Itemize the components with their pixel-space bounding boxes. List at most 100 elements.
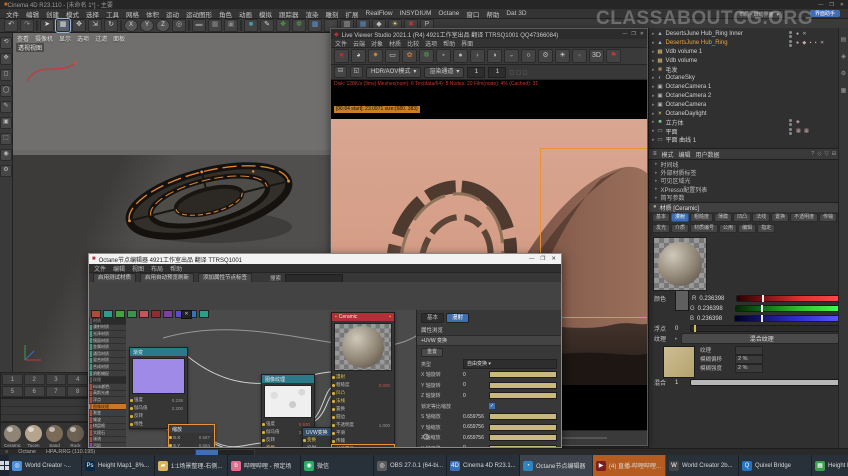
toolbar-icon[interactable]: ↷ — [20, 19, 34, 32]
taskbar-item[interactable]: 4D Cinema 4D R23.1... — [447, 455, 520, 476]
lv-close[interactable]: ✕ — [640, 31, 644, 37]
node-row[interactable]: 凹凸 — [332, 389, 394, 397]
property-field-row[interactable]: 锁定等比缩放 ✓ — [417, 401, 561, 412]
lv-toolbar-icon[interactable]: ✷ — [368, 49, 383, 63]
expand-arrow-icon[interactable]: ▸ — [652, 40, 655, 46]
menu-item[interactable]: 运动图形 — [186, 9, 212, 19]
palette-chip[interactable] — [103, 310, 113, 318]
property-slider[interactable] — [489, 445, 557, 447]
fit-icon[interactable]: ◱ — [350, 66, 363, 78]
lv-toolbar-icon[interactable]: ◗ — [470, 49, 485, 63]
node-row[interactable]: S.X0.587 — [169, 433, 214, 441]
side-tool-icon[interactable]: ⟲ — [0, 37, 12, 49]
toolbar-icon[interactable] — [188, 20, 190, 31]
property-field-row[interactable]: Y 轴旋转 0 ✓ — [417, 380, 561, 391]
property-field-row[interactable]: Z 轴旋转 0 ✓ — [417, 391, 561, 402]
taskbar-item[interactable]: ◎ World Creator -... — [9, 455, 82, 476]
lv-menu-item[interactable]: 云端 — [353, 39, 365, 48]
object-row[interactable]: ▸ ▦ Vdb volume 1 — [649, 48, 848, 57]
palette-chip[interactable] — [163, 310, 173, 318]
gear-icon[interactable]: ⚙ — [422, 432, 430, 443]
toolbar-icon[interactable]: ↶ — [4, 19, 18, 32]
side-tool-icon[interactable]: ✎ — [0, 101, 12, 113]
taskbar-item[interactable]: W World Creator 2b... — [666, 455, 739, 476]
object-row[interactable]: ▸ ▭ 平面 曲线 1 — [649, 136, 848, 145]
viewport-menu-item[interactable]: 摄像机 — [35, 34, 53, 43]
channel-tab[interactable]: 基本 — [652, 213, 670, 222]
attr-header-icon[interactable]: ? — [811, 151, 814, 157]
channel-tab[interactable]: 薄膜 — [714, 213, 732, 222]
object-row[interactable]: ▸ ◐ OctaneSky — [649, 74, 848, 83]
taskbar-item[interactable]: ▶ (4) 直播-哔哩哔哩... — [593, 455, 666, 476]
uvw-group-header[interactable]: +UVW 变换 — [417, 335, 561, 346]
attr-header-tab[interactable]: 用户数据 — [696, 150, 720, 159]
strip-icon[interactable]: ▤ — [841, 36, 847, 43]
expand-arrow-icon[interactable]: ▸ — [652, 111, 655, 117]
node-row[interactable]: 材质置换 — [332, 445, 394, 447]
lv-toolbar-icon[interactable]: ◑ — [487, 49, 502, 63]
property-slider[interactable] — [489, 434, 557, 441]
quick-slot[interactable]: 5 — [2, 386, 23, 397]
expand-arrow-icon[interactable]: ▸ — [652, 84, 655, 90]
slider-r[interactable] — [736, 295, 843, 302]
taskbar-item[interactable]: ◔ Octane节点编辑器 — [520, 455, 593, 476]
menu-item[interactable]: 选择 — [86, 9, 99, 19]
node-row[interactable]: 不透明度1.000 — [332, 421, 394, 429]
texture-detail-row[interactable]: 纹理 — [700, 346, 763, 355]
toolbar-icon[interactable]: X — [124, 19, 138, 32]
texture-thumbnail[interactable] — [663, 346, 695, 378]
channel-tab[interactable]: 法线 — [752, 213, 770, 222]
toolbar-icon[interactable]: ➤ — [40, 19, 54, 32]
channel-tab[interactable]: 介质 — [671, 224, 689, 233]
channel-tab[interactable]: 不透明度 — [790, 213, 818, 222]
taskbar-item[interactable]: ▦ Height Map1_8%... — [812, 455, 848, 476]
hdr-aov-dropdown[interactable]: HDR/AOV模式▾ — [366, 67, 421, 78]
viewport-menu-item[interactable]: 面板 — [113, 34, 125, 43]
node-row[interactable]: 平滑 — [332, 429, 394, 437]
property-slider[interactable] — [489, 371, 557, 378]
menu-item[interactable]: 文件 — [6, 9, 19, 19]
lv-toolbar-icon[interactable]: ✿ — [402, 49, 417, 63]
props-tab[interactable]: 漫射 — [446, 313, 469, 323]
ne-menu-item[interactable]: 视图 — [132, 264, 144, 273]
object-row[interactable]: ▸ ❋ 毛发 — [649, 65, 848, 74]
side-tool-icon[interactable]: ▣ — [0, 117, 12, 129]
pass-spinner-1[interactable]: 1 — [467, 67, 485, 78]
property-field-row[interactable]: Y 轴缩放 0.659756 ✓ — [417, 422, 561, 433]
attr-header-tab[interactable]: 编辑 — [679, 150, 691, 159]
channel-tab[interactable]: 置换 — [771, 213, 789, 222]
node-row[interactable]: 漫射 — [332, 373, 394, 381]
ne-maximize[interactable]: ❐ — [540, 256, 545, 262]
palette-chip[interactable] — [115, 310, 125, 318]
property-slider[interactable] — [489, 382, 557, 389]
side-tool-icon[interactable]: ◯ — [0, 85, 12, 97]
expand-arrow-icon[interactable]: ▸ — [652, 58, 655, 64]
expand-arrow-icon[interactable]: ▸ — [652, 31, 655, 37]
close-button[interactable]: ✕ — [840, 2, 844, 8]
node-row[interactable]: S.Y0.684 — [169, 441, 214, 447]
lv-toolbar-icon[interactable]: ☀ — [555, 49, 570, 63]
expand-arrow-icon[interactable]: ▸ — [652, 49, 655, 55]
taskbar-item[interactable]: b 哔哩哔哩 - 预定场 — [228, 455, 301, 476]
side-tool-icon[interactable]: ◻ — [0, 69, 12, 81]
lv-toolbar-icon[interactable]: ◕ — [351, 49, 366, 63]
lv-menu-item[interactable]: 材质 — [389, 39, 401, 48]
object-row[interactable]: ▸ ▣ OctaneCamera 2 — [649, 92, 848, 101]
quick-slot[interactable]: 8 — [67, 386, 88, 397]
taskbar-item[interactable]: ◉ 微信 — [301, 455, 374, 476]
ne-menu-item[interactable]: 文件 — [94, 264, 106, 273]
channel-tab[interactable]: 材质编号 — [690, 224, 718, 233]
minimize-button[interactable]: — — [818, 2, 823, 8]
object-row[interactable]: ▸ ■ 立方体 ◈ — [649, 118, 848, 127]
palette-chip[interactable] — [151, 310, 161, 318]
lv-toolbar-icon[interactable]: ⚑ — [606, 49, 621, 63]
lv-menu-item[interactable]: 文件 — [335, 39, 347, 48]
channel-b-value[interactable]: 0.236398 — [697, 316, 731, 322]
channel-tab[interactable]: 公用 — [719, 224, 737, 233]
reset-button[interactable]: 重置 — [421, 348, 443, 357]
toolbar-icon[interactable]: ◎ — [172, 19, 186, 32]
visibility-dots[interactable] — [789, 31, 792, 38]
material-preview[interactable] — [653, 237, 707, 291]
lv-maximize[interactable]: ❐ — [631, 31, 635, 37]
strip-icon[interactable]: ⚙ — [841, 70, 846, 77]
